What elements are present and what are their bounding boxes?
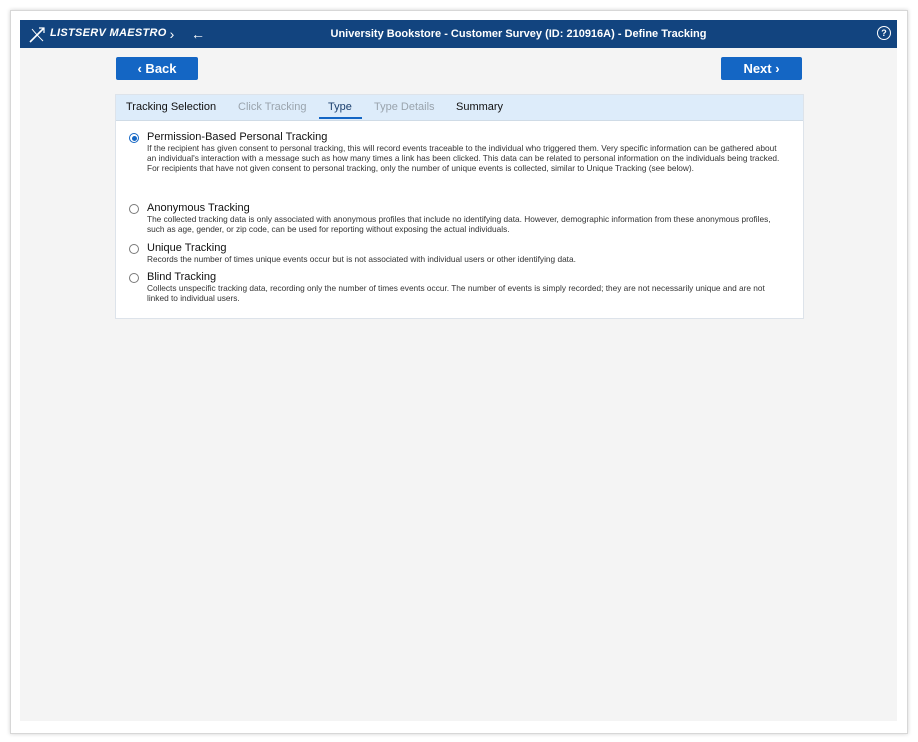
description-line: If the recipient has given consent to pe… <box>147 143 780 163</box>
radio-blind[interactable] <box>129 273 139 283</box>
next-button[interactable]: Next › <box>721 57 802 80</box>
option-description: If the recipient has given consent to pe… <box>147 143 787 173</box>
app-window: LISTSERV MAESTRO › ← University Bookstor… <box>20 20 897 721</box>
app-name: LISTSERV MAESTRO <box>50 27 167 39</box>
maestro-logo-icon <box>28 26 46 44</box>
active-tab-indicator <box>319 117 362 119</box>
chevron-right-icon[interactable]: › <box>164 25 180 43</box>
header-bar: LISTSERV MAESTRO › ← University Bookstor… <box>20 20 897 48</box>
tab-type-details: Type Details <box>374 101 435 113</box>
tab-type[interactable]: Type <box>328 101 352 113</box>
option-title: Unique Tracking <box>147 242 227 254</box>
help-icon[interactable]: ? <box>877 26 891 40</box>
option-description: Records the number of times unique event… <box>147 254 787 264</box>
tab-summary[interactable]: Summary <box>456 101 503 113</box>
back-button[interactable]: ‹ Back <box>116 57 198 80</box>
page-title: University Bookstore - Customer Survey (… <box>330 28 707 40</box>
option-description: Collects unspecific tracking data, recor… <box>147 283 787 303</box>
description-line: For recipients that have not given conse… <box>147 163 694 173</box>
radio-unique[interactable] <box>129 244 139 254</box>
radio-permission-based[interactable] <box>129 133 139 143</box>
tab-tracking-selection[interactable]: Tracking Selection <box>126 101 216 113</box>
wizard-tabs: Tracking Selection Click Tracking Type T… <box>116 95 803 121</box>
tab-click-tracking: Click Tracking <box>238 101 307 113</box>
option-title: Blind Tracking <box>147 271 217 283</box>
description-line: The collected tracking data is only asso… <box>147 214 771 234</box>
option-title: Anonymous Tracking <box>147 202 250 214</box>
option-title: Permission-Based Personal Tracking <box>147 131 328 143</box>
option-description: The collected tracking data is only asso… <box>147 214 787 234</box>
description-line: Collects unspecific tracking data, recor… <box>147 283 765 303</box>
description-line: Records the number of times unique event… <box>147 254 576 264</box>
tracking-type-panel: Tracking Selection Click Tracking Type T… <box>115 94 804 319</box>
radio-anonymous[interactable] <box>129 204 139 214</box>
